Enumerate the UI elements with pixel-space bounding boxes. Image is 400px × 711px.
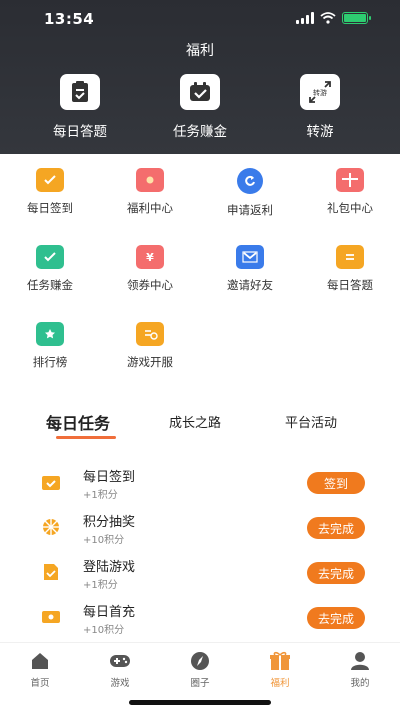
grid-item-gift-center[interactable]: 礼包中心	[300, 168, 400, 245]
quick-label: 任务赚金	[173, 124, 227, 140]
nav-label: 游戏	[110, 678, 130, 689]
lottery-wheel-icon	[40, 517, 62, 537]
server-open-icon	[136, 322, 164, 346]
complete-button[interactable]: 去完成	[307, 607, 365, 629]
nav-home[interactable]: 首页	[0, 643, 80, 700]
nav-circle[interactable]: 圈子	[160, 643, 240, 700]
transfer-game-icon: 转游	[300, 74, 340, 110]
grid-label: 礼包中心	[327, 201, 373, 215]
task-title: 积分抽奖	[83, 515, 136, 530]
complete-button[interactable]: 去完成	[307, 562, 365, 584]
task-earn-icon	[180, 74, 220, 110]
checkin-button[interactable]: 签到	[307, 472, 365, 494]
complete-button[interactable]: 去完成	[307, 517, 365, 539]
grid-label: 每日答题	[327, 278, 373, 292]
grid-item-daily-checkin[interactable]: 每日签到	[0, 168, 100, 245]
grid-label: 游戏开服	[127, 355, 173, 369]
quiz-icon	[336, 245, 364, 269]
status-bar: 13:54	[0, 10, 400, 30]
compass-icon	[189, 651, 211, 671]
task-points: +1积分	[83, 490, 118, 501]
recharge-icon	[40, 607, 62, 627]
trophy-icon	[36, 322, 64, 346]
refund-icon	[237, 168, 263, 194]
gift-icon	[336, 168, 364, 192]
red-envelope-icon	[136, 168, 164, 192]
tab-daily-tasks[interactable]: 每日任务	[46, 410, 110, 434]
user-icon	[349, 651, 371, 671]
task-title: 每日首充	[83, 605, 136, 620]
task-title: 每日签到	[83, 470, 136, 485]
nav-label: 我的	[350, 678, 370, 689]
grid-label: 邀请好友	[227, 278, 273, 292]
quick-transfer-game[interactable]: 转游 转游	[265, 74, 375, 140]
tab-active-indicator	[56, 436, 116, 439]
nav-welfare[interactable]: 福利	[240, 643, 320, 700]
quick-task-earn[interactable]: 任务赚金	[145, 74, 255, 140]
page-title: 福利	[186, 43, 214, 59]
nav-label: 圈子	[190, 678, 210, 689]
signal-icon	[296, 12, 314, 24]
grid-label: 申请返利	[227, 203, 273, 217]
task-row: 每日签到 +1积分 签到	[0, 460, 400, 505]
home-icon	[29, 651, 51, 671]
grid-label: 领券中心	[127, 278, 173, 292]
grid-label: 福利中心	[127, 201, 173, 215]
grid-label: 每日签到	[27, 201, 73, 215]
battery-icon	[342, 12, 371, 24]
grid-item-coupon-center[interactable]: ¥ 领券中心	[100, 245, 200, 322]
wifi-icon	[320, 12, 336, 24]
quick-daily-quiz[interactable]: 每日答题	[25, 74, 135, 140]
nav-label: 福利	[270, 678, 290, 689]
task-row: 每日首充 +10积分 去完成	[0, 595, 400, 640]
grid-item-invite-friends[interactable]: 邀请好友	[200, 245, 300, 322]
status-icons	[296, 12, 371, 24]
calendar-check-icon	[36, 168, 64, 192]
quick-actions: 每日答题 任务赚金 转游 转游	[0, 74, 400, 140]
login-game-icon	[40, 562, 62, 582]
tab-growth-path[interactable]: 成长之路	[169, 412, 221, 431]
task-row: 登陆游戏 +1积分 去完成	[0, 550, 400, 595]
task-title: 登陆游戏	[83, 560, 136, 575]
grid-item-task-earn[interactable]: 任务赚金	[0, 245, 100, 322]
grid-item-welfare-center[interactable]: 福利中心	[100, 168, 200, 245]
task-row: 积分抽奖 +10积分 去完成	[0, 505, 400, 550]
coupon-icon: ¥	[136, 245, 164, 269]
quick-label: 转游	[306, 124, 334, 140]
nav-games[interactable]: 游戏	[80, 643, 160, 700]
gift-icon	[269, 651, 291, 671]
bottom-nav: 首页 游戏 圈子 福利 我的	[0, 642, 400, 700]
grid-item-apply-rebate[interactable]: 申请返利	[200, 168, 300, 245]
task-points: +1积分	[83, 580, 118, 591]
task-tabs: 每日任务 成长之路 平台活动	[0, 412, 400, 448]
tab-platform-events[interactable]: 平台活动	[285, 412, 337, 431]
nav-mine[interactable]: 我的	[320, 643, 400, 700]
home-indicator	[129, 700, 271, 705]
task-points: +10积分	[83, 625, 125, 636]
gamepad-icon	[109, 651, 131, 671]
grid-item-leaderboard[interactable]: 排行榜	[0, 322, 100, 399]
quick-label: 每日答题	[53, 124, 107, 140]
grid-label: 任务赚金	[27, 278, 73, 292]
grid-label: 排行榜	[32, 355, 68, 369]
transfer-badge: 转游	[313, 88, 327, 97]
check-calendar-icon	[40, 472, 62, 492]
task-points: +10积分	[83, 535, 125, 546]
invite-mail-icon	[236, 245, 264, 269]
header: 13:54 福利 每日答题 任务赚金 转游 转游	[0, 0, 400, 154]
grid-item-daily-quiz[interactable]: 每日答题	[300, 245, 400, 322]
task-list: 每日签到 +1积分 签到 积分抽奖 +10积分 去完成 登陆游戏 +1积分 去完…	[0, 460, 400, 640]
daily-quiz-icon	[60, 74, 100, 110]
status-time: 13:54	[44, 10, 95, 28]
task-earn-icon	[36, 245, 64, 269]
grid-item-game-server[interactable]: 游戏开服	[100, 322, 200, 399]
feature-grid: 每日签到 福利中心 申请返利 礼包中心 任务赚金 ¥ 领券中心 邀请好友 每日答…	[0, 168, 400, 399]
nav-label: 首页	[30, 678, 50, 689]
